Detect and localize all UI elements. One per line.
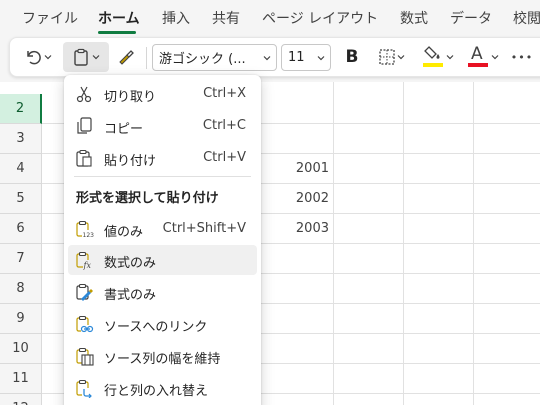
paste-formatting-icon: [76, 283, 93, 301]
font-color-button[interactable]: A: [465, 43, 503, 71]
row-header-6[interactable]: 6: [0, 214, 42, 244]
tab-review[interactable]: 校閲: [513, 8, 540, 28]
font-color-label: A: [471, 44, 483, 64]
menu-item-label: コピー: [104, 122, 144, 137]
fill-color-icon: [423, 44, 445, 70]
row-header-2[interactable]: 2: [0, 94, 42, 124]
menu-item-label: 切り取り: [104, 90, 157, 105]
chevron-down-icon: [491, 55, 499, 60]
menu-item-label: 数式のみ: [104, 256, 157, 271]
undo-button[interactable]: [18, 45, 58, 69]
menu-separator: [74, 176, 251, 177]
paste-transpose-icon: [76, 379, 93, 398]
menu-item-shortcut: Ctrl+X: [203, 86, 246, 101]
cell-value[interactable]: 2002: [269, 191, 329, 206]
format-painter-icon: [119, 50, 134, 65]
menu-item-paste-formatting[interactable]: 書式のみ: [68, 277, 257, 307]
paste-icon: [76, 149, 92, 167]
row-header-3[interactable]: 3: [0, 124, 42, 154]
chevron-down-icon: [263, 56, 271, 61]
ribbon-tabs: ファイル ホーム 挿入 共有 ページ レイアウト 数式 データ 校閲: [0, 0, 540, 36]
column-gridline: [403, 82, 404, 405]
paste-context-menu: 切り取り Ctrl+X コピー Ctrl+C 貼り付け Ctrl+V 形式を選択…: [64, 75, 261, 405]
menu-item-paste-link[interactable]: ソースへのリンク: [68, 309, 257, 339]
font-size-dropdown[interactable]: 11: [281, 44, 331, 71]
row-header-5[interactable]: 5: [0, 184, 42, 214]
chevron-down-icon: [92, 55, 100, 60]
menu-item-paste[interactable]: 貼り付け Ctrl+V: [68, 143, 257, 173]
paste-special-header: 形式を選択して貼り付け: [76, 191, 219, 206]
cell-value[interactable]: 2003: [269, 221, 329, 236]
row-header-4[interactable]: 4: [0, 154, 42, 184]
chevron-down-icon: [317, 56, 325, 61]
menu-item-label: ソースへのリンク: [104, 320, 208, 335]
menu-item-shortcut: Ctrl+Shift+V: [162, 221, 246, 236]
menu-item-shortcut: Ctrl+V: [203, 150, 246, 165]
tab-home[interactable]: ホーム: [98, 8, 140, 28]
tab-page-layout[interactable]: ページ レイアウト: [262, 8, 378, 28]
paste-formulas-icon: fx: [76, 251, 93, 270]
bold-button[interactable]: B: [340, 45, 364, 69]
bold-label: B: [345, 47, 359, 67]
font-color-swatch: [468, 63, 488, 67]
row-header-11[interactable]: 11: [0, 364, 42, 394]
fill-color-swatch: [423, 63, 443, 67]
svg-text:123: 123: [83, 232, 95, 239]
paste-values-icon: 123: [76, 220, 95, 239]
scissors-icon: [76, 86, 92, 103]
borders-button[interactable]: [372, 45, 412, 69]
menu-item-label: 貼り付け: [104, 154, 157, 169]
svg-text:fx: fx: [83, 261, 92, 270]
row-header-7[interactable]: 7: [0, 244, 42, 274]
paste-button[interactable]: [63, 42, 109, 72]
row-header-9[interactable]: 9: [0, 304, 42, 334]
menu-item-paste-transpose[interactable]: 行と列の入れ替え: [68, 373, 257, 403]
tab-data[interactable]: データ: [450, 8, 492, 28]
cell-value[interactable]: 2001: [269, 161, 329, 176]
toolbar-separator: [146, 47, 147, 69]
tab-insert[interactable]: 挿入: [162, 8, 190, 28]
row-header-8[interactable]: 8: [0, 274, 42, 304]
font-name-dropdown[interactable]: 游ゴシック (...: [152, 44, 277, 71]
menu-item-label: 書式のみ: [104, 288, 157, 303]
toolbar: 游ゴシック (... 11 B A •••: [9, 37, 540, 77]
clipboard-icon: [74, 48, 88, 66]
tab-file[interactable]: ファイル: [22, 8, 78, 28]
font-size-value: 11: [288, 50, 305, 65]
tab-formulas[interactable]: 数式: [400, 8, 428, 28]
copy-icon: [77, 117, 92, 134]
paste-keep-width-icon: [76, 347, 94, 366]
tab-share[interactable]: 共有: [212, 8, 240, 28]
format-painter-button[interactable]: [113, 45, 139, 69]
borders-icon: [379, 49, 395, 65]
fill-color-button[interactable]: [420, 43, 458, 71]
menu-item-label: ソース列の幅を維持: [104, 352, 221, 367]
menu-item-label: 値のみ: [104, 225, 144, 240]
menu-item-shortcut: Ctrl+C: [202, 118, 246, 133]
more-icon: •••: [510, 50, 534, 64]
row-header-10[interactable]: 10: [0, 334, 42, 364]
chevron-down-icon: [397, 55, 405, 60]
font-name-value: 游ゴシック (...: [159, 52, 246, 67]
menu-item-label: 行と列の入れ替え: [104, 384, 209, 399]
column-gridline: [333, 82, 334, 405]
menu-item-copy[interactable]: コピー Ctrl+C: [68, 111, 257, 141]
row-header-12[interactable]: 12: [0, 394, 42, 405]
active-tab-indicator: [98, 31, 136, 34]
more-options-button[interactable]: •••: [507, 45, 537, 69]
font-color-icon: A: [468, 44, 490, 70]
column-gridline: [473, 82, 474, 405]
menu-item-paste-keep-width[interactable]: ソース列の幅を維持: [68, 341, 257, 371]
paste-link-icon: [76, 315, 94, 333]
undo-icon: [27, 50, 41, 65]
menu-item-paste-formulas[interactable]: fx 数式のみ: [68, 245, 257, 275]
menu-item-cut[interactable]: 切り取り Ctrl+X: [68, 79, 257, 109]
chevron-down-icon: [44, 55, 52, 60]
chevron-down-icon: [446, 55, 454, 60]
menu-item-paste-values[interactable]: 123 値のみ Ctrl+Shift+V: [68, 214, 257, 244]
